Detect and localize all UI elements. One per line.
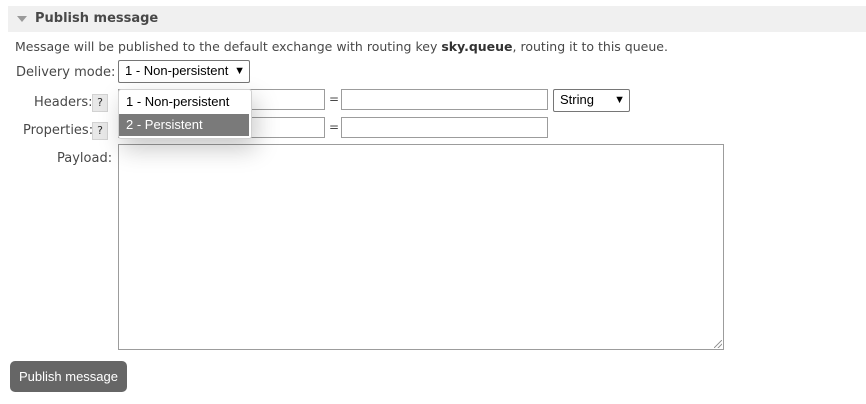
headers-help-button[interactable]: ?: [92, 94, 108, 112]
header-type-value: String: [560, 92, 594, 107]
delivery-mode-label: Delivery mode:: [16, 65, 116, 80]
delivery-mode-select[interactable]: 1 - Non-persistent ▼: [118, 60, 250, 83]
delivery-mode-value: 1 - Non-persistent: [125, 63, 229, 78]
properties-label: Properties:: [23, 123, 94, 138]
header-equals-sign: =: [329, 92, 340, 106]
headers-label: Headers:: [34, 95, 93, 110]
payload-textarea[interactable]: [118, 144, 724, 350]
chevron-down-icon: ▼: [234, 65, 245, 77]
routing-key: sky.queue: [441, 39, 513, 54]
property-value-input[interactable]: [341, 117, 548, 138]
section-title: Publish message: [35, 11, 159, 26]
triangle-down-icon[interactable]: [17, 16, 27, 22]
delivery-option-non-persistent[interactable]: 1 - Non-persistent: [119, 91, 249, 113]
payload-label: Payload:: [57, 151, 113, 166]
chevron-down-icon: ▼: [614, 94, 625, 106]
properties-help-button[interactable]: ?: [92, 122, 108, 140]
resize-grip-icon[interactable]: [714, 340, 722, 348]
publish-description: Message will be published to the default…: [15, 39, 668, 54]
description-text-end: , routing it to this queue.: [512, 39, 668, 54]
delivery-option-persistent[interactable]: 2 - Persistent: [119, 114, 249, 136]
header-value-input[interactable]: [341, 89, 548, 110]
header-type-select[interactable]: String ▼: [553, 89, 630, 112]
property-equals-sign: =: [329, 120, 340, 134]
publish-message-button[interactable]: Publish message: [10, 361, 127, 392]
publish-message-header[interactable]: Publish message: [8, 6, 866, 32]
delivery-mode-dropdown[interactable]: 1 - Non-persistent 2 - Persistent: [118, 89, 252, 139]
description-text: Message will be published to the default…: [15, 39, 442, 54]
